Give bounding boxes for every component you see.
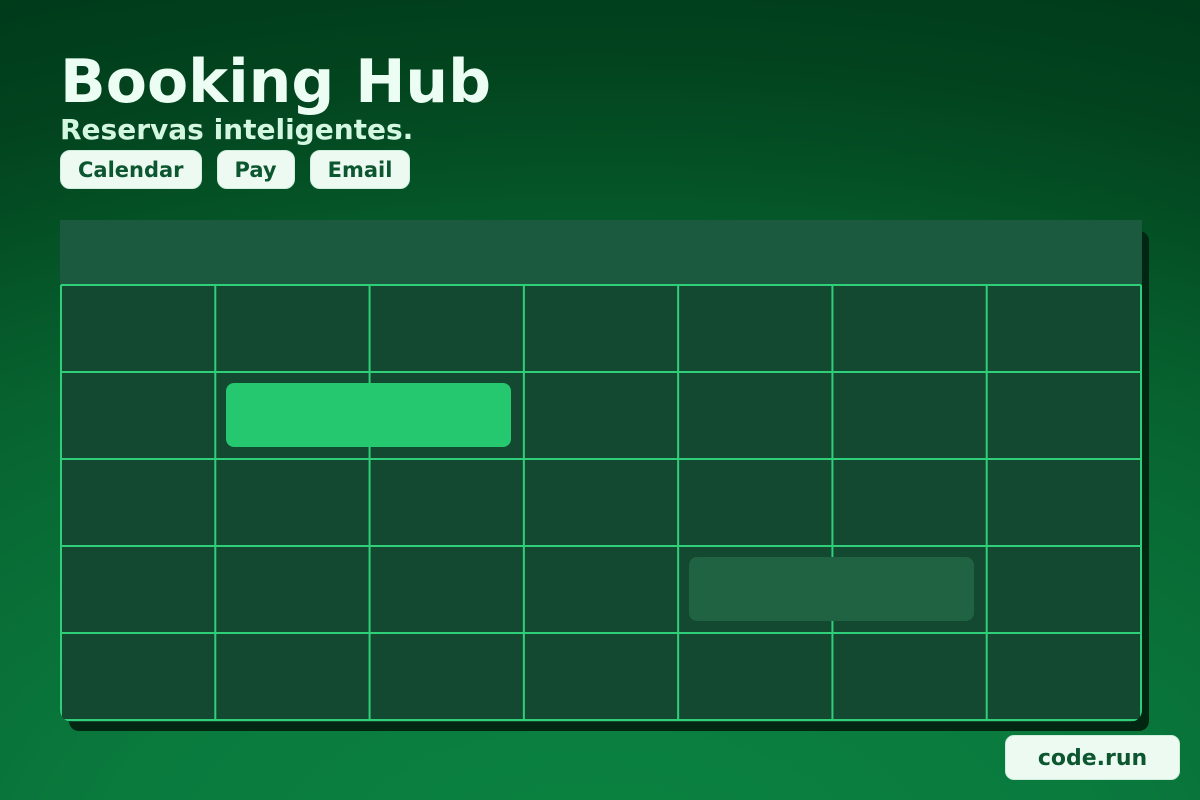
calendar-grid bbox=[60, 220, 1142, 722]
app-subtitle: Reservas inteligentes. bbox=[60, 113, 414, 146]
booking-event[interactable] bbox=[689, 557, 974, 621]
calendar-button[interactable]: Calendar bbox=[60, 150, 202, 189]
pay-button[interactable]: Pay bbox=[216, 150, 295, 189]
calendar-grid-lines bbox=[60, 284, 1142, 721]
email-button[interactable]: Email bbox=[309, 150, 411, 189]
app-title: Booking Hub bbox=[60, 47, 492, 117]
feature-nav: Calendar Pay Email bbox=[60, 150, 411, 189]
booking-event[interactable] bbox=[226, 383, 511, 447]
domain-badge: code.run bbox=[1005, 735, 1180, 780]
